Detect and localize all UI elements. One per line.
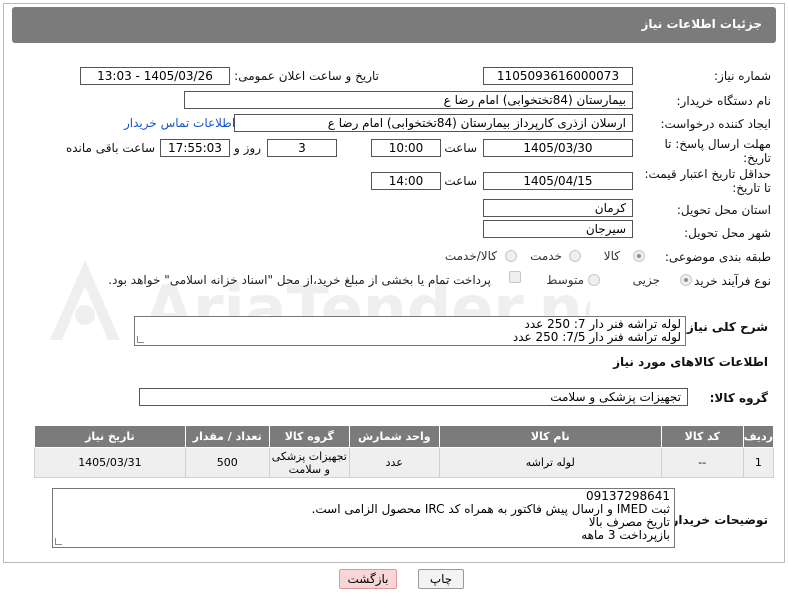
remaining-time-field: 17:55:03 [160, 139, 230, 157]
description-label: شرح کلی نیاز: [682, 320, 768, 334]
validity-date-field: 1405/04/15 [483, 172, 633, 190]
col-code: کد کالا [660, 425, 744, 448]
validity-label-2: تا تاریخ: [732, 181, 771, 195]
announce-field: 1405/03/26 - 13:03 [80, 67, 230, 85]
remaining-label: ساعت باقی مانده [65, 141, 155, 155]
col-unit: واحد شمارش [348, 425, 440, 448]
cell-unit: عدد [348, 447, 440, 478]
validity-time-field: 14:00 [371, 172, 441, 190]
table-row: 1 -- لوله تراشه عدد تجهیزات پزشکی و سلام… [34, 447, 775, 478]
col-row: ردیف [742, 425, 775, 448]
col-quantity: تعداد / مقدار [184, 425, 270, 448]
process-radio-medium[interactable] [588, 274, 600, 286]
creator-label: ایجاد کننده درخواست: [660, 117, 771, 131]
validity-label: حداقل تاریخ اعتبار قیمت: [644, 167, 771, 181]
table-header-row: ردیف کد کالا نام کالا واحد شمارش گروه کا… [34, 425, 775, 448]
resize-handle-icon[interactable] [137, 336, 144, 343]
contact-buyer-link[interactable]: اطلاعات تماس خریدار [124, 116, 235, 130]
treasury-checkbox[interactable] [509, 271, 521, 283]
days-remaining-field: 3 [267, 139, 337, 157]
deadline-time-label: ساعت [444, 141, 477, 155]
col-name: نام کالا [438, 425, 662, 448]
cell-group: تجهیزات پزشکی و سلامت [268, 447, 350, 478]
buyer-notes-line: بازپرداخت 3 ماهه [581, 528, 670, 542]
province-field: کرمان [483, 199, 633, 217]
cell-quantity: 500 [184, 447, 270, 478]
col-group: گروه کالا [268, 425, 350, 448]
buyer-notes-textarea[interactable]: 09137298641 ثبت IMED و ارسال پیش فاکتور … [52, 488, 675, 548]
cell-date: 1405/03/31 [34, 447, 186, 478]
goods-group-field: تجهیزات پزشکی و سلامت [139, 388, 688, 406]
resize-handle-icon[interactable] [55, 538, 62, 545]
deadline-label-2: تاریخ: [743, 151, 771, 165]
goods-table: ردیف کد کالا نام کالا واحد شمارش گروه کا… [34, 425, 775, 478]
validity-time-label: ساعت [444, 174, 477, 188]
deadline-date-field: 1405/03/30 [483, 139, 633, 157]
col-date: تاریخ نیاز [34, 425, 186, 448]
buyer-notes-line: تاریخ مصرف بالا [588, 515, 670, 529]
announce-label: تاریخ و ساعت اعلان عمومی: [234, 69, 379, 83]
title-bar: جزئیات اطلاعات نیاز [12, 7, 776, 43]
goods-section-title: اطلاعات کالاهای مورد نیاز [613, 355, 768, 369]
cell-name: لوله تراشه [438, 447, 662, 478]
category-option-goods: کالا [603, 249, 620, 263]
province-label: استان محل تحویل: [676, 203, 771, 217]
need-number-field: 1105093616000073 [483, 67, 633, 85]
category-option-service: خدمت [530, 249, 562, 263]
description-line: لوله تراشه فنر دار 7/5: 250 عدد [512, 330, 681, 344]
city-field: سیرجان [483, 220, 633, 238]
city-label: شهر محل تحویل: [684, 226, 771, 240]
back-button[interactable]: بازگشت [339, 569, 397, 589]
goods-group-label: گروه کالا: [709, 391, 768, 405]
process-option-medium: متوسط [546, 273, 584, 287]
cell-code: -- [660, 447, 744, 478]
page-title: جزئیات اطلاعات نیاز [641, 17, 762, 31]
process-radio-minor[interactable] [680, 274, 692, 286]
creator-field: ارسلان ازذری کارپرداز بیمارستان (84تختخو… [234, 114, 633, 132]
category-radio-service[interactable] [569, 250, 581, 262]
payment-note: پرداخت تمام یا بخشی از مبلغ خرید،از محل … [108, 273, 491, 287]
need-number-label: شماره نیاز: [714, 69, 771, 83]
category-radio-goods-service[interactable] [505, 250, 517, 262]
cell-row: 1 [742, 447, 775, 478]
category-option-goods-service: کالا/خدمت [444, 249, 497, 263]
description-textarea[interactable]: لوله تراشه فنر دار 7: 250 عدد لوله تراشه… [134, 316, 686, 346]
deadline-time-field: 10:00 [371, 139, 441, 157]
process-label: نوع فرآیند خرید : [686, 274, 771, 288]
category-label: طبقه بندی موضوعی: [664, 250, 771, 264]
buyer-org-label: نام دستگاه خریدار: [676, 94, 772, 108]
buyer-org-field: بیمارستان (84تختخوابی) امام رضا ع [184, 91, 633, 109]
print-button[interactable]: چاپ [418, 569, 464, 589]
buyer-notes-line: ثبت IMED و ارسال پیش فاکتور به همراه کد … [311, 502, 670, 516]
buyer-notes-label: توضیحات خریدار: [666, 513, 768, 527]
deadline-label: مهلت ارسال پاسخ: تا [664, 137, 771, 151]
process-option-minor: جزیی [632, 273, 660, 287]
category-radio-goods[interactable] [633, 250, 645, 262]
days-label: روز و [234, 141, 261, 155]
